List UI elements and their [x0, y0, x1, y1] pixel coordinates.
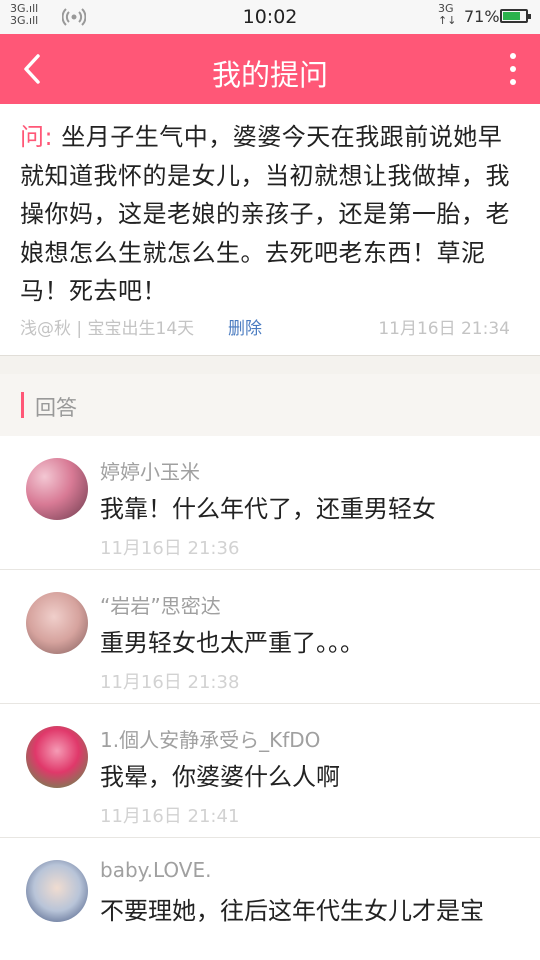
question-prefix: 问: [20, 123, 54, 151]
clock: 10:02 [242, 6, 298, 28]
answer-author[interactable]: 1.個人安静承受ら_KfDO [100, 724, 320, 753]
answer-item[interactable]: baby.LOVE. 不要理她，往后这年代生女儿才是宝 [0, 838, 540, 960]
answer-timestamp: 11月16日 21:38 [100, 672, 240, 693]
battery-fill [503, 12, 521, 20]
answer-timestamp: 11月16日 21:41 [100, 806, 240, 827]
answer-timestamp: 11月16日 21:36 [100, 538, 240, 559]
avatar[interactable] [26, 726, 88, 788]
more-button[interactable] [506, 50, 520, 90]
answer-text: 我晕，你婆婆什么人啊 [100, 763, 340, 791]
delete-link[interactable]: 删除 [228, 314, 262, 339]
answer-item[interactable]: “岩岩”思密达 重男轻女也太严重了。。。 11月16日 21:38 [0, 570, 540, 704]
question-card: 问: 坐月子生气中，婆婆今天在我跟前说她早就知道我怀的是女儿，当初就想让我做掉，… [0, 104, 540, 356]
header-bar: 我的提问 [0, 34, 540, 104]
battery-icon [500, 9, 531, 23]
avatar[interactable] [26, 592, 88, 654]
answer-author[interactable]: “岩岩”思密达 [100, 590, 221, 619]
section-title: 回答 [35, 396, 77, 420]
page-title: 我的提问 [211, 58, 328, 92]
question-timestamp: 11月16日 21:34 [378, 319, 510, 339]
network-indicator: 3G ↑↓ [438, 2, 457, 27]
avatar[interactable] [26, 860, 88, 922]
status-bar: 3G.ıll 3G.ıll 10:02 3G ↑↓ 71% [0, 0, 540, 34]
answer-item[interactable]: 婷婷小玉米 我靠！什么年代了，还重男轻女 11月16日 21:36 [0, 436, 540, 570]
question-body: 坐月子生气中，婆婆今天在我跟前说她早就知道我怀的是女儿，当初就想让我做掉，我操你… [20, 123, 510, 305]
more-vertical-icon [506, 53, 520, 85]
question-author-meta: 浅@秋 | 宝宝出生14天 [20, 319, 195, 339]
answer-text: 不要理她，往后这年代生女儿才是宝 [100, 897, 484, 925]
section-accent-bar [21, 392, 24, 418]
answer-author[interactable]: baby.LOVE. [100, 858, 211, 882]
answer-text: 重男轻女也太严重了。。。 [100, 629, 364, 657]
answers-list: 婷婷小玉米 我靠！什么年代了，还重男轻女 11月16日 21:36 “岩岩”思密… [0, 436, 540, 960]
answer-item[interactable]: 1.個人安静承受ら_KfDO 我晕，你婆婆什么人啊 11月16日 21:41 [0, 704, 540, 838]
question-text: 问: 坐月子生气中，婆婆今天在我跟前说她早就知道我怀的是女儿，当初就想让我做掉，… [20, 118, 520, 311]
avatar[interactable] [26, 458, 88, 520]
answer-text: 我靠！什么年代了，还重男轻女 [100, 495, 436, 523]
answers-section-header: 回答 [0, 374, 540, 436]
answer-author[interactable]: 婷婷小玉米 [100, 456, 200, 485]
battery-percent: 71% [464, 7, 500, 26]
